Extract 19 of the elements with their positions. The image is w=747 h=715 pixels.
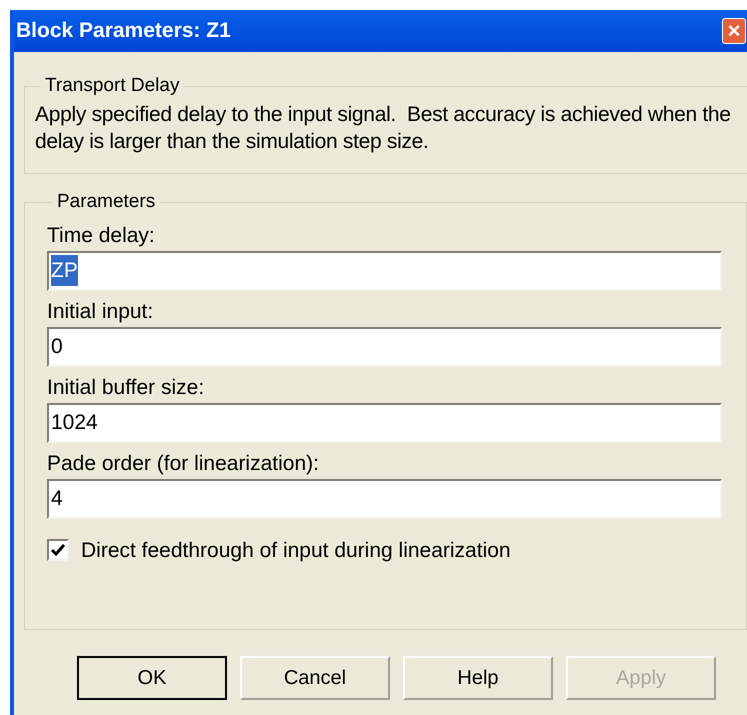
field-label: Time delay: — [47, 222, 156, 248]
group-title: Transport Delay — [44, 74, 180, 98]
input-field[interactable]: 1024 — [47, 402, 722, 442]
dialog-button[interactable]: OK — [77, 656, 227, 700]
close-button[interactable]: × — [722, 18, 746, 44]
dialog-button[interactable]: Cancel — [240, 656, 390, 700]
checkmark-icon — [51, 543, 65, 558]
checkbox[interactable] — [47, 539, 69, 562]
input-field[interactable]: 0 — [47, 326, 722, 366]
field-label: Pade order (for linearization): — [47, 450, 320, 476]
window-title: Block Parameters: Z1 — [16, 18, 231, 44]
input-field[interactable]: 4 — [47, 478, 722, 518]
dialog-button[interactable]: Help — [403, 656, 553, 700]
description-text: Apply specified delay to the input signal. Best accuracy is achieved when the delay is larger than the simulation step size. — [35, 102, 732, 154]
input-field[interactable]: ZP — [47, 250, 722, 290]
field-label: Initial input: — [47, 298, 154, 324]
feedthrough-checkbox[interactable]: Direct feedthrough of input during linearization — [47, 534, 722, 566]
field-label: Initial buffer size: — [47, 374, 206, 400]
group-title: Parameters — [56, 190, 156, 214]
